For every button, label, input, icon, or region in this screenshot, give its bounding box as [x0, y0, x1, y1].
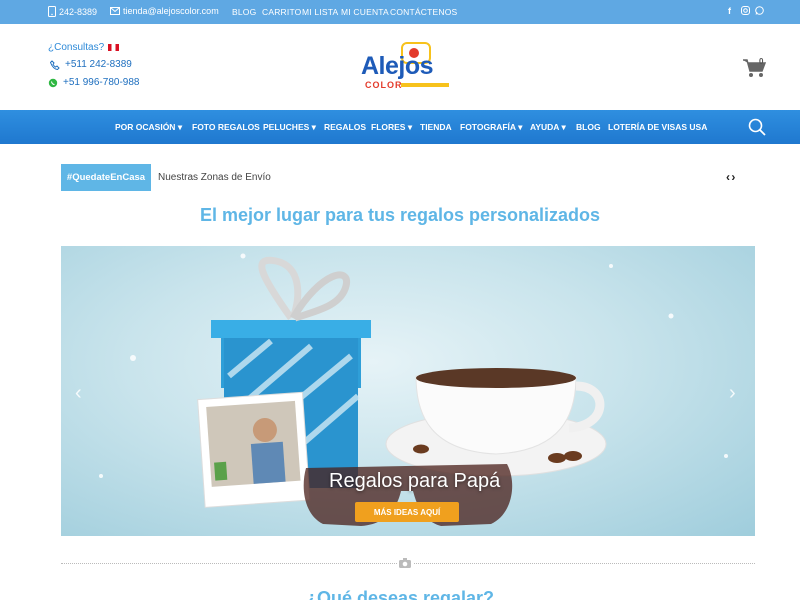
landline-phone[interactable]: +511 242-8389 [50, 59, 132, 70]
nav-item-ayuda[interactable]: AYUDA ▾ [530, 122, 566, 133]
chevron-down-icon: ▾ [311, 122, 316, 132]
hero-next-arrow[interactable]: › [729, 382, 736, 405]
hero-slider[interactable]: ‹ › Regalos para Papá MÁS IDEAS AQUÍ [61, 246, 755, 536]
mobile-phone-icon [48, 6, 56, 17]
quedate-en-casa-tag[interactable]: #QuedateEnCasa [61, 164, 151, 191]
landline-phone-text: +511 242-8389 [65, 59, 132, 70]
topbar-link-contactenos[interactable]: CONTÁCTENOS [390, 7, 457, 17]
topbar-email-text: tienda@alejoscolor.com [123, 6, 219, 16]
hero-prev-arrow[interactable]: ‹ [75, 382, 82, 405]
chevron-down-icon: ▾ [407, 122, 413, 132]
chevron-down-icon: ▾ [561, 122, 566, 132]
nav-item-por-ocasion[interactable]: POR OCASIÓN ▾ [115, 122, 182, 133]
envelope-icon [110, 7, 120, 15]
consultas-label: ¿Consultas? [48, 42, 120, 53]
topbar-email[interactable]: tienda@alejoscolor.com [110, 6, 219, 16]
chevron-down-icon: ▾ [518, 122, 523, 132]
logo-underline [401, 83, 449, 87]
topbar-link-mi-lista[interactable]: MI LISTA [302, 7, 338, 17]
phone-icon [50, 59, 60, 70]
topbar-phone[interactable]: 242-8389 [48, 6, 97, 17]
chevron-down-icon: ▾ [177, 122, 183, 132]
alejos-color-logo[interactable]: Alejos COLOR [361, 40, 453, 98]
facebook-icon[interactable]: f [728, 6, 731, 16]
consultas-text: ¿Consultas? [48, 42, 105, 53]
nav-item-foto-regalos[interactable]: FOTO REGALOS [192, 122, 260, 132]
nav-item-peluches[interactable]: PELUCHES ▾ [263, 122, 316, 133]
whatsapp-phone[interactable]: +51 996-780-988 [48, 77, 139, 88]
nav-item-fotografia[interactable]: FOTOGRAFÍA ▾ [460, 122, 522, 133]
whatsapp-icon[interactable] [755, 6, 764, 17]
topbar-link-blog[interactable]: BLOG [232, 7, 256, 17]
nav-item-tienda[interactable]: TIENDA [420, 122, 452, 132]
mas-ideas-button[interactable]: MÁS IDEAS AQUÍ [355, 502, 459, 522]
section-headline: ¿Qué deseas regalar? [305, 588, 495, 600]
main-navigation: POR OCASIÓN ▾ FOTO REGALOS PELUCHES ▾ RE… [0, 110, 800, 144]
logo-wordmark: Alejos [361, 52, 434, 80]
whatsapp-phone-text: +51 996-780-988 [63, 77, 140, 88]
instagram-icon[interactable] [741, 6, 750, 17]
page-headline: El mejor lugar para tus regalos personal… [199, 205, 601, 225]
camera-icon [397, 556, 413, 570]
top-bar: 242-8389 tienda@alejoscolor.com BLOG CAR… [0, 0, 800, 24]
hero-caption: Regalos para Papá [329, 470, 501, 492]
nav-item-blog[interactable]: BLOG [576, 122, 601, 132]
peru-flag-icon [108, 44, 120, 51]
whatsapp-green-icon [48, 78, 58, 87]
nav-item-loteria-visas[interactable]: LOTERÍA DE VISAS USA [608, 122, 707, 132]
search-icon[interactable] [748, 118, 766, 136]
site-header: ¿Consultas? +511 242-8389 +51 996-780-98… [0, 24, 800, 110]
topbar-phone-text: 242-8389 [59, 6, 98, 17]
nav-item-regalos[interactable]: REGALOS [324, 122, 366, 132]
topbar-link-mi-cuenta[interactable]: MI CUENTA [341, 7, 389, 17]
cart-count-badge: 0 [759, 57, 764, 66]
ticker-arrows[interactable]: ‹ › [726, 170, 735, 184]
ticker-text[interactable]: Nuestras Zonas de Envío [158, 172, 271, 183]
logo-subtext: COLOR [365, 80, 403, 90]
shopping-cart-icon[interactable] [742, 58, 768, 78]
nav-item-flores[interactable]: FLORES ▾ [371, 122, 412, 133]
topbar-link-carrito[interactable]: CARRITO [262, 7, 302, 17]
